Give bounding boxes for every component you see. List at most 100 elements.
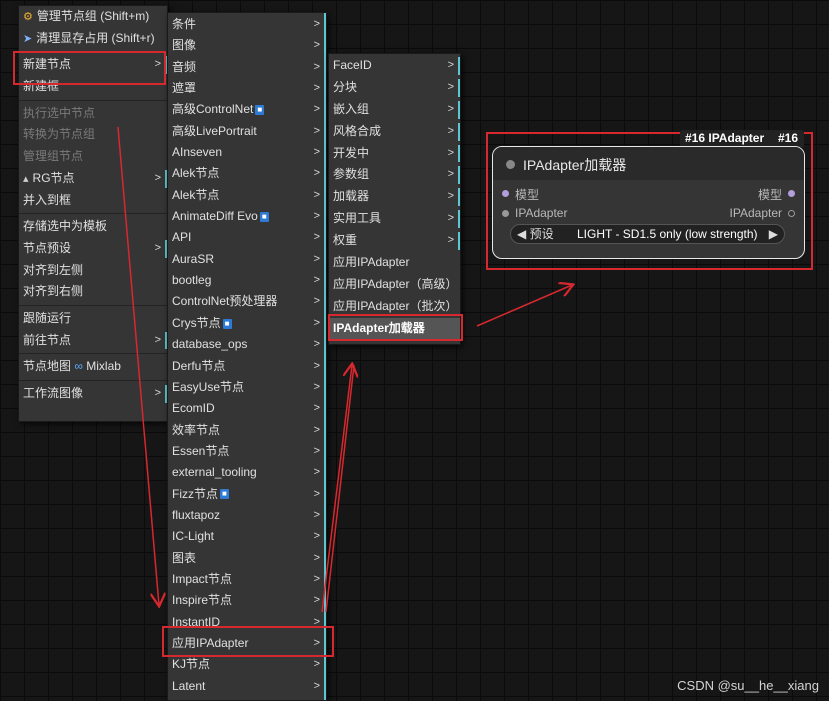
rg-icon: ▴ — [23, 172, 29, 185]
ipadapter-menu-item[interactable]: 开发中 > — [329, 143, 460, 165]
ipadapter-menu-item[interactable]: 分块 > — [329, 77, 460, 99]
menu-item-rg-nodes[interactable]: ▴ RG节点 > — [19, 168, 167, 190]
output-slot-ipadapter-icon[interactable] — [788, 210, 795, 217]
category-item[interactable]: IC-Light > — [168, 526, 326, 547]
ipadapter-menu-item[interactable]: 应用IPAdapter（高级） — [329, 274, 460, 296]
category-item[interactable]: EasyUse节点 > — [168, 377, 326, 398]
chevron-right-icon: > — [313, 60, 320, 73]
category-item[interactable]: bootleg > — [168, 270, 326, 291]
chevron-right-icon: > — [313, 402, 320, 415]
menu-item-workflow-image[interactable]: 工作流图像 > — [19, 383, 167, 405]
category-item[interactable]: Essen节点 > — [168, 441, 326, 462]
category-item[interactable]: external_tooling > — [168, 462, 326, 483]
node-badge: #16 IPAdapter #16 — [680, 130, 804, 147]
menu-item-align-right[interactable]: 对齐到右侧 — [19, 281, 167, 303]
menu-item-manage-group[interactable]: ⚙ 管理节点组 (Shift+m) — [19, 6, 167, 28]
category-item[interactable]: fluxtapoz > — [168, 505, 326, 526]
chevron-right-icon: > — [313, 338, 320, 351]
chevron-right-icon: > — [313, 530, 320, 543]
category-item[interactable]: Latent > — [168, 676, 326, 697]
menu-item-go-to-node[interactable]: 前往节点 > — [19, 330, 167, 352]
infinity-icon: ∞ — [74, 359, 83, 374]
category-item[interactable]: 效率节点 > — [168, 420, 326, 441]
chevron-right-icon: > — [447, 80, 454, 93]
chevron-right-icon: > — [154, 171, 161, 184]
combo-next-icon[interactable]: ▶ — [769, 225, 778, 243]
category-item[interactable]: Alek节点 > — [168, 185, 326, 206]
ipadapter-menu-item[interactable]: 嵌入组 > — [329, 99, 460, 121]
category-item[interactable]: 应用IPAdapter > — [168, 633, 326, 654]
output-slot-model-icon[interactable] — [788, 190, 795, 197]
category-item[interactable]: Inspire节点 > — [168, 590, 326, 611]
chevron-right-icon: > — [313, 188, 320, 201]
chevron-right-icon: > — [313, 466, 320, 479]
ipadapter-menu-item[interactable]: 实用工具 > — [329, 208, 460, 230]
menu-item-align-left[interactable]: 对齐到左侧 — [19, 260, 167, 282]
category-item[interactable]: InstantID > — [168, 612, 326, 633]
category-item[interactable]: API > — [168, 227, 326, 248]
category-item[interactable]: 遮罩 > — [168, 78, 326, 99]
chevron-right-icon: > — [447, 190, 454, 203]
category-item[interactable]: 条件 > — [168, 14, 326, 35]
category-item[interactable]: 图表 > — [168, 548, 326, 569]
input-slot-model-icon[interactable] — [502, 190, 509, 197]
ipadapter-menu-item[interactable]: 参数组 > — [329, 164, 460, 186]
category-item[interactable]: EcomID > — [168, 398, 326, 419]
chevron-right-icon: > — [313, 380, 320, 393]
category-item[interactable]: KJ节点 > — [168, 654, 326, 675]
chevron-right-icon: > — [313, 444, 320, 457]
ipadapter-menu-item[interactable]: 权重 > — [329, 230, 460, 252]
category-item[interactable]: Crys节点 ■ > — [168, 313, 326, 334]
menu-item-save-template[interactable]: 存储选中为模板 — [19, 216, 167, 238]
category-item[interactable]: 图像 > — [168, 35, 326, 56]
ipadapter-menu-item[interactable]: 应用IPAdapter — [329, 252, 460, 274]
menu-item-node-presets[interactable]: 节点预设 > — [19, 238, 167, 260]
chevron-right-icon: > — [313, 679, 320, 692]
ipadapter-menu-item[interactable]: IPAdapter加载器 — [329, 317, 460, 340]
chevron-right-icon: > — [313, 423, 320, 436]
category-item[interactable]: Alek节点 > — [168, 163, 326, 184]
chevron-right-icon: > — [313, 636, 320, 649]
collapse-dot-icon[interactable] — [506, 160, 515, 169]
ipadapter-menu-item[interactable]: 应用IPAdapter（批次） — [329, 296, 460, 318]
menu-separator — [19, 51, 167, 53]
chevron-right-icon: > — [313, 508, 320, 521]
arrow-to-node — [476, 285, 572, 327]
chevron-right-icon: > — [154, 333, 161, 346]
category-list: 条件 > 图像 > 音频 > 遮罩 > 高级ControlNet ■ > 高级LivePortrait… — [168, 13, 326, 697]
menu-item-new-group[interactable]: 新建框 — [19, 76, 167, 98]
category-item[interactable]: AInseven > — [168, 142, 326, 163]
menu-separator — [19, 213, 167, 215]
chevron-right-icon: > — [313, 658, 320, 671]
node-header[interactable]: IPAdapter加载器 — [493, 147, 804, 180]
chevron-right-icon: > — [313, 231, 320, 244]
category-item[interactable]: ControlNet预处理器 > — [168, 291, 326, 312]
chevron-right-icon: > — [313, 167, 320, 180]
ipadapter-menu-item[interactable]: FaceID > — [329, 55, 460, 77]
category-item[interactable]: AnimateDiff Evo ■ > — [168, 206, 326, 227]
preset-combo[interactable]: ◀ 预设 LIGHT - SD1.5 only (low strength) ▶ — [510, 224, 785, 244]
category-item[interactable]: 高级LivePortrait > — [168, 121, 326, 142]
category-item[interactable]: AuraSR > — [168, 249, 326, 270]
combo-prev-icon[interactable]: ◀ 预设 — [517, 225, 554, 243]
chevron-right-icon: > — [313, 39, 320, 52]
ipadapter-menu-item[interactable]: 风格合成 > — [329, 121, 460, 143]
chevron-right-icon: > — [447, 212, 454, 225]
category-item[interactable]: database_ops > — [168, 334, 326, 355]
menu-item-follow-run[interactable]: 跟随运行 — [19, 308, 167, 330]
menu-item-new-node[interactable]: 新建节点 > — [19, 54, 167, 76]
ipadapter-menu-item[interactable]: 加载器 > — [329, 186, 460, 208]
menu-item-merge-to-frame[interactable]: 并入到框 — [19, 190, 167, 212]
category-item[interactable]: Derfu节点 > — [168, 356, 326, 377]
category-item[interactable]: Fizz节点 ■ > — [168, 484, 326, 505]
ipadapter-loader-node[interactable]: IPAdapter加载器 模型 模型 IPAdapter IPAdapter ◀… — [492, 146, 805, 259]
chevron-right-icon: > — [313, 572, 320, 585]
category-item[interactable]: 音频 > — [168, 57, 326, 78]
category-item[interactable]: Impact节点 > — [168, 569, 326, 590]
context-menu-categories: 条件 > 图像 > 音频 > 遮罩 > 高级ControlNet ■ > 高级LivePortrait… — [167, 12, 327, 701]
input-slot-ipadapter-icon[interactable] — [502, 210, 509, 217]
menu-item-node-map[interactable]: 节点地图 ∞ Mixlab — [19, 356, 167, 378]
node-slot-row-model: 模型 模型 — [501, 184, 796, 202]
category-item[interactable]: 高级ControlNet ■ > — [168, 99, 326, 120]
menu-item-clear-vram[interactable]: ➤ 清理显存占用 (Shift+r) — [19, 28, 167, 50]
